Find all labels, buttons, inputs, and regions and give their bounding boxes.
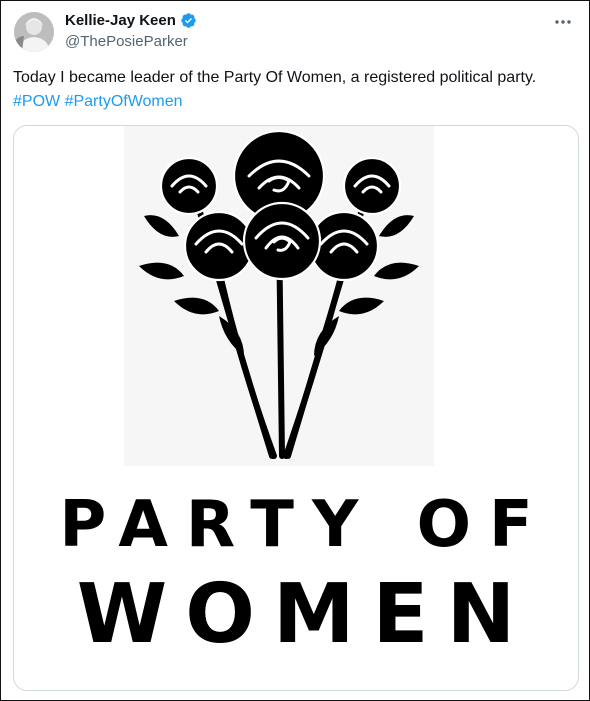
avatar[interactable] [14, 12, 54, 52]
tweet-media-image[interactable]: PARTY OF WOMEN [13, 125, 579, 691]
display-name[interactable]: Kellie-Jay Keen [65, 12, 176, 29]
hashtag-partyofwomen[interactable]: #PartyOfWomen [65, 93, 183, 110]
author-name-line[interactable]: Kellie-Jay Keen [65, 12, 197, 29]
tweet-body: Today I became leader of the Party Of Wo… [13, 69, 537, 86]
logo-text-women: WOMEN [76, 567, 534, 662]
rose-bouquet-icon [124, 126, 434, 466]
more-options-icon[interactable] [551, 13, 575, 31]
hashtag-pow[interactable]: #POW [13, 93, 60, 110]
tweet-text: Today I became leader of the Party Of Wo… [13, 66, 573, 114]
logo-text-party-of: PARTY OF [59, 488, 551, 562]
verified-badge-icon [180, 12, 197, 29]
author-handle[interactable]: @ThePosieParker [65, 33, 188, 50]
avatar-photo [14, 12, 54, 52]
tweet-card[interactable]: Kellie-Jay Keen @ThePosieParker Today I … [0, 0, 590, 701]
